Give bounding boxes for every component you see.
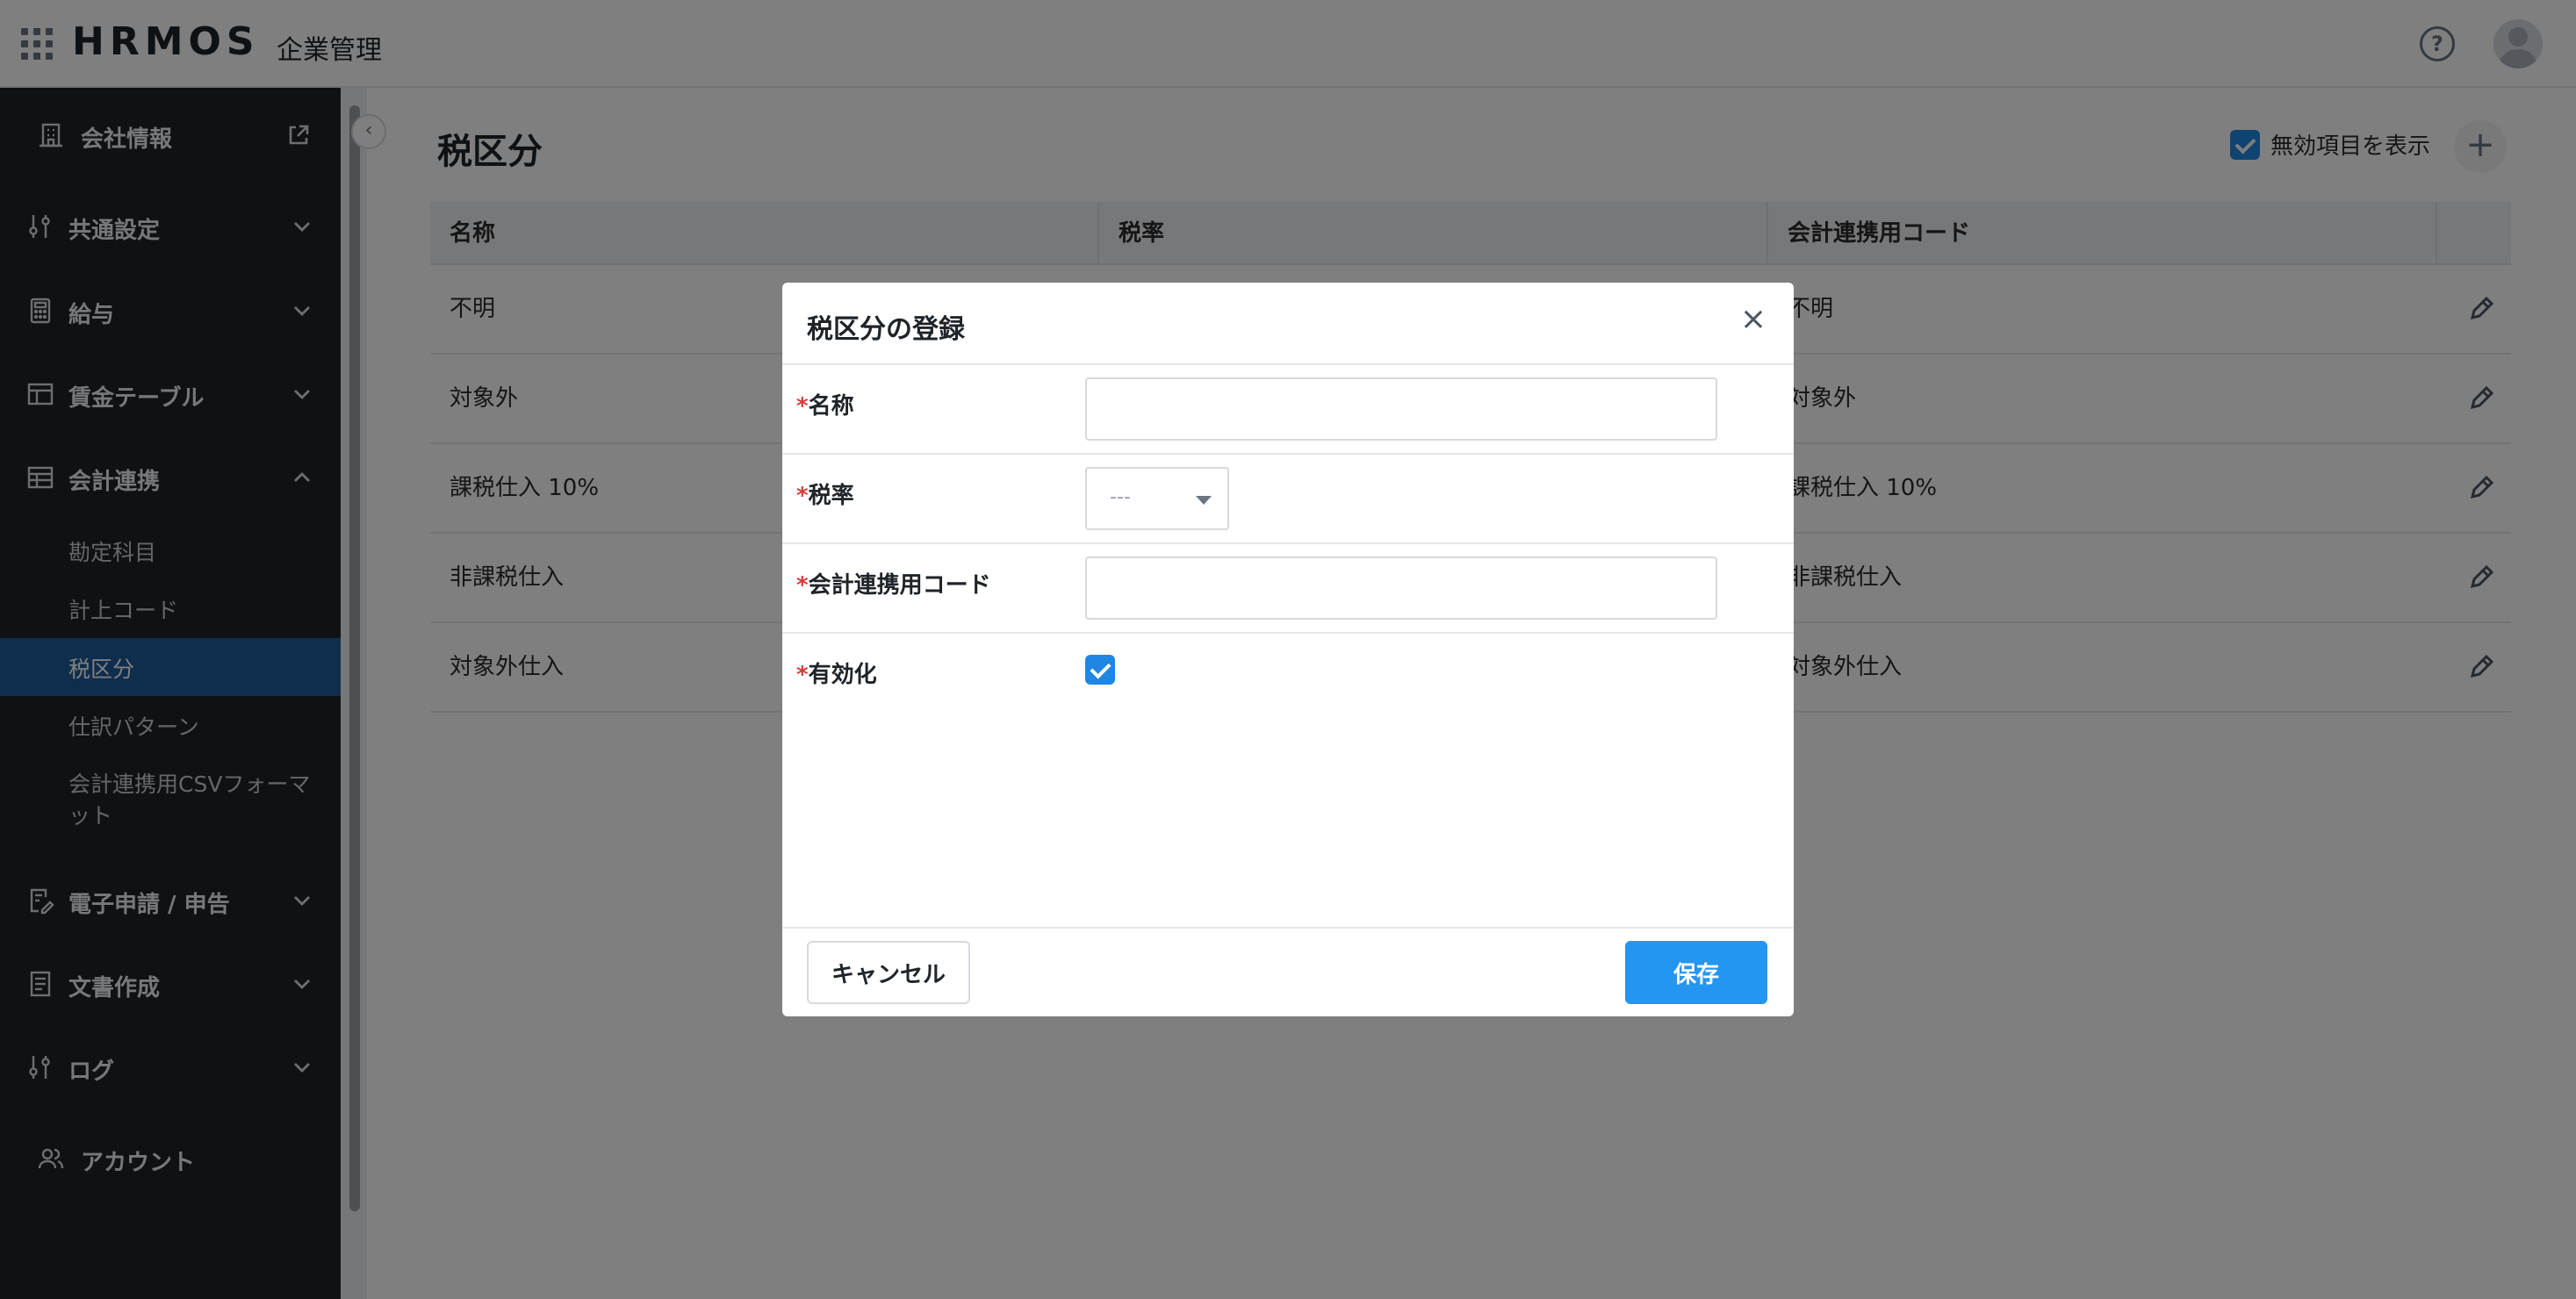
tax-category-register-dialog: 税区分の登録 × *名称 *税率 --- *会計連携用コード *有効化 キャンセ…: [782, 283, 1794, 1016]
rate-select[interactable]: ---: [1085, 467, 1229, 530]
code-field-label: *会計連携用コード: [796, 567, 991, 599]
name-label-text: 名称: [808, 393, 854, 420]
name-field-label: *名称: [796, 388, 854, 420]
code-label-text: 会計連携用コード: [808, 572, 991, 599]
close-icon[interactable]: ×: [1736, 302, 1771, 337]
required-mark: *: [796, 393, 809, 420]
enabled-field-label: *有効化: [796, 657, 877, 689]
rate-field-label: *税率: [796, 477, 854, 510]
accounting-code-input[interactable]: [1085, 556, 1717, 620]
required-mark: *: [796, 572, 809, 599]
form-row-name: *名称: [782, 365, 1794, 455]
cancel-button[interactable]: キャンセル: [807, 941, 970, 1004]
name-input[interactable]: [1085, 377, 1717, 441]
form-row-enabled: *有効化: [782, 634, 1794, 723]
dialog-footer: キャンセル 保存: [782, 927, 1794, 1016]
caret-down-icon: [1196, 496, 1212, 505]
rate-select-value: ---: [1110, 486, 1131, 508]
rate-label-text: 税率: [808, 483, 854, 509]
form-row-code: *会計連携用コード: [782, 544, 1794, 634]
form-row-rate: *税率 ---: [782, 455, 1794, 544]
dialog-title: 税区分の登録: [807, 314, 965, 345]
required-mark: *: [796, 483, 809, 509]
enabled-label-text: 有効化: [808, 662, 877, 688]
required-mark: *: [796, 662, 809, 688]
save-button[interactable]: 保存: [1625, 941, 1767, 1004]
dialog-header: 税区分の登録 ×: [782, 283, 1794, 365]
enabled-checkbox[interactable]: [1085, 655, 1115, 685]
